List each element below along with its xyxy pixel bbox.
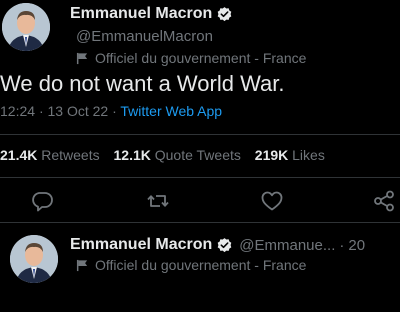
- author-handle[interactable]: @EmmanuelMacron: [76, 28, 213, 45]
- author-avatar[interactable]: [2, 3, 50, 51]
- likes-label: Likes: [292, 147, 325, 163]
- retweets-label: Retweets: [41, 147, 100, 163]
- likes-count: 219K: [254, 147, 289, 163]
- divider: [0, 222, 400, 223]
- tweet-date[interactable]: 13 Oct 22: [48, 103, 109, 119]
- flag-icon: [76, 259, 89, 272]
- quotes-label: Quote Tweets: [154, 147, 241, 163]
- government-label-text: Officiel du gouvernement - France: [95, 50, 307, 66]
- share-button[interactable]: [372, 189, 396, 213]
- quote-tweets-stat[interactable]: 12.1K Quote Tweets: [114, 147, 241, 163]
- retweet-button[interactable]: [146, 189, 170, 213]
- retweets-stat[interactable]: 21.4K Retweets: [0, 147, 100, 163]
- reply-government-label[interactable]: Officiel du gouvernement - France: [76, 257, 306, 273]
- reply-header: Emmanuel Macron @Emmanue... · 20: [70, 236, 365, 254]
- retweet-icon: [147, 195, 169, 207]
- flag-icon: [76, 52, 89, 65]
- reply-date[interactable]: 20: [348, 237, 365, 254]
- engagement-stats: 21.4K Retweets 12.1K Quote Tweets 219K L…: [0, 147, 335, 163]
- tweet-source-link[interactable]: Twitter Web App: [120, 103, 222, 119]
- meta-separator: ·: [38, 103, 44, 119]
- reply-author-avatar[interactable]: [10, 235, 58, 283]
- retweets-count: 21.4K: [0, 147, 38, 163]
- tweet-meta: 12:24 · 13 Oct 22 · Twitter Web App: [0, 103, 222, 119]
- reply-separator: ·: [339, 236, 345, 254]
- divider: [0, 177, 400, 178]
- reply-author-name[interactable]: Emmanuel Macron: [70, 236, 212, 254]
- reply-button[interactable]: [30, 189, 54, 213]
- reply-icon: [32, 192, 53, 212]
- meta-separator: ·: [112, 103, 117, 119]
- quotes-count: 12.1K: [113, 147, 151, 163]
- like-button[interactable]: [260, 189, 284, 213]
- tweet-time[interactable]: 12:24: [0, 103, 35, 119]
- author-name-row: Emmanuel Macron: [70, 5, 233, 23]
- verified-badge-icon: [216, 237, 233, 254]
- heart-icon: [261, 191, 283, 211]
- verified-badge-icon: [216, 6, 233, 23]
- avatar-portrait-icon: [2, 3, 50, 51]
- tweet-text: We do not want a World War.: [0, 71, 285, 96]
- government-label[interactable]: Officiel du gouvernement - France: [76, 50, 306, 66]
- reply-government-label-text: Officiel du gouvernement - France: [95, 257, 307, 273]
- likes-stat[interactable]: 219K Likes: [255, 147, 325, 163]
- divider: [0, 134, 400, 135]
- author-name[interactable]: Emmanuel Macron: [70, 5, 212, 23]
- share-icon: [374, 190, 394, 212]
- avatar-portrait-icon: [10, 235, 58, 283]
- reply-author-handle[interactable]: @Emmanue...: [239, 237, 335, 254]
